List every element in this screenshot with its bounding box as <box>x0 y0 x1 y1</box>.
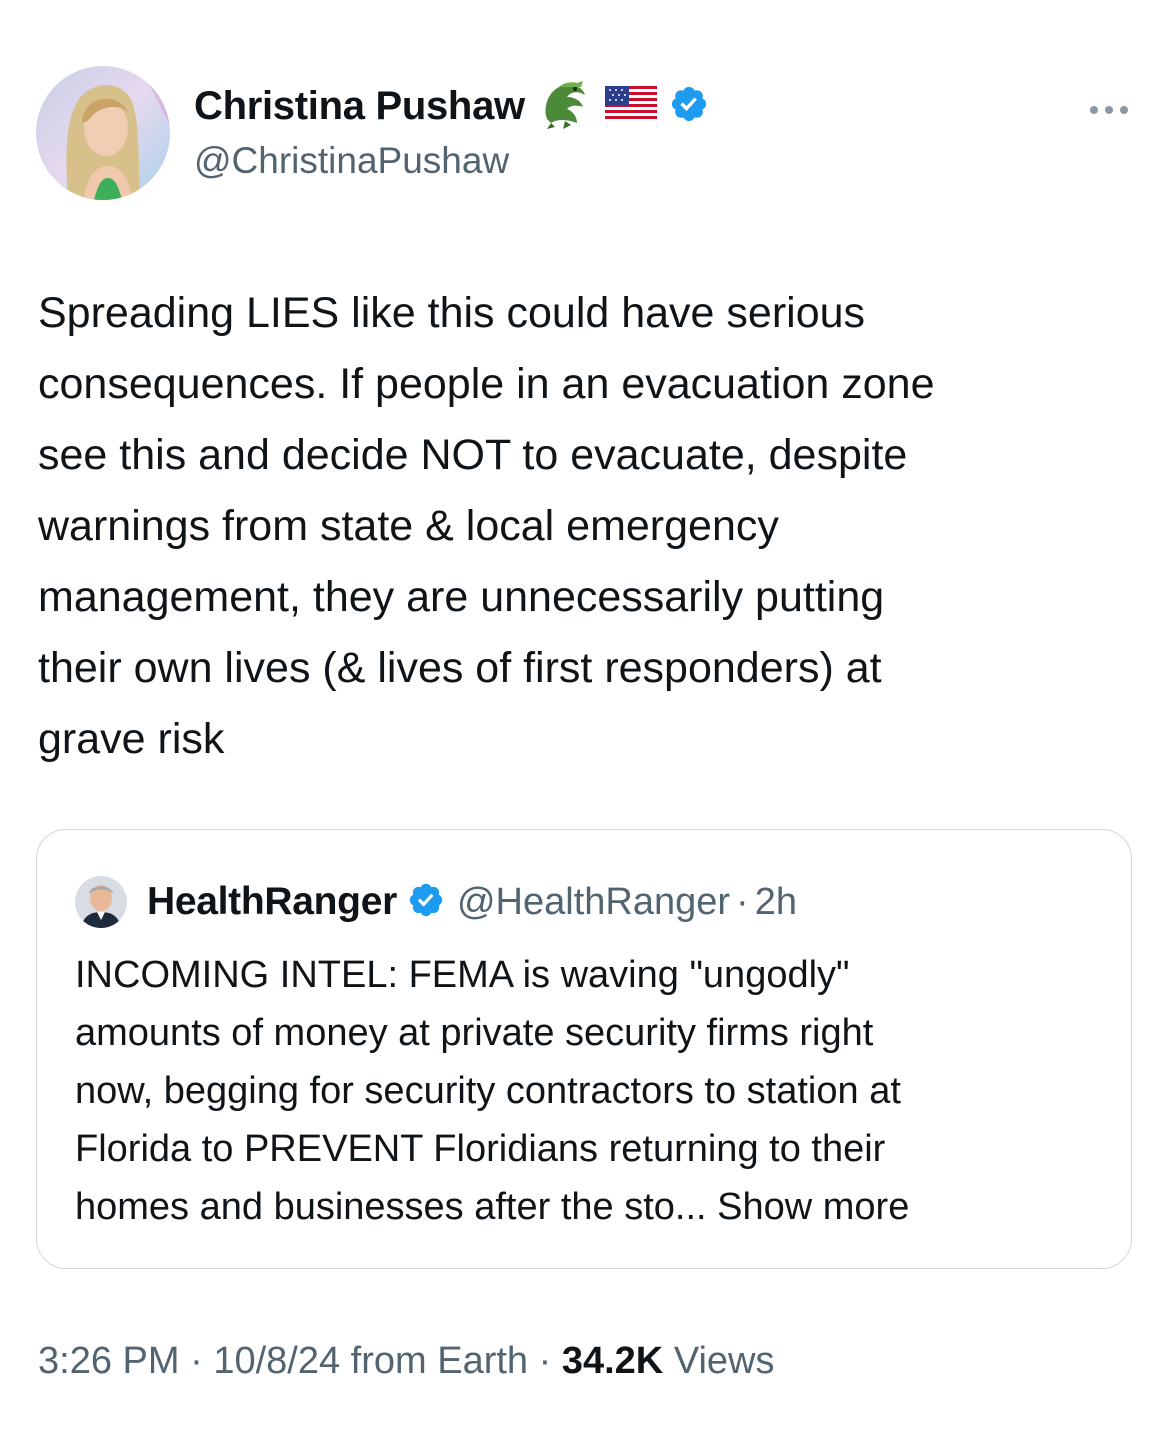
more-options-button[interactable] <box>1086 90 1132 130</box>
quoted-author-avatar[interactable] <box>75 876 127 928</box>
tweet-metadata: 3:26 PM · 10/8/24 from Earth · 34.2K Vie… <box>38 1340 775 1383</box>
crocodile-emoji-icon <box>537 79 593 134</box>
views-count[interactable]: 34.2K <box>562 1340 663 1382</box>
quoted-tweet-text: INCOMING INTEL: FEMA is waving "ungodly"… <box>75 954 910 1228</box>
views-label: Views <box>673 1340 775 1382</box>
quoted-author-display-name[interactable]: HealthRanger <box>147 880 397 924</box>
tweet-source: from Earth <box>350 1340 529 1382</box>
quoted-author-handle[interactable]: @HealthRanger <box>457 881 730 924</box>
verified-badge-icon <box>407 881 445 924</box>
tweet-header: Christina Pushaw @ChristinaPushaw <box>36 66 1136 206</box>
author-handle[interactable]: @ChristinaPushaw <box>194 140 509 182</box>
more-horizontal-icon <box>1090 106 1128 114</box>
tweet-text: Spreading LIES like this could have seri… <box>38 289 935 763</box>
quoted-tweet-time[interactable]: 2h <box>755 881 797 924</box>
tweet-date[interactable]: 10/8/24 <box>213 1340 340 1382</box>
separator-dot: · <box>190 1340 203 1382</box>
author-display-name[interactable]: Christina Pushaw <box>194 84 525 129</box>
quoted-tweet-header: HealthRanger @HealthRanger · 2h <box>75 876 797 928</box>
separator-dot: · <box>736 880 749 923</box>
us-flag-emoji-icon <box>604 85 657 127</box>
tweet-time[interactable]: 3:26 PM <box>38 1340 180 1382</box>
author-name-row: Christina Pushaw <box>194 80 709 132</box>
author-avatar[interactable] <box>36 66 170 200</box>
separator-dot: · <box>538 1340 552 1382</box>
quoted-tweet-card[interactable]: HealthRanger @HealthRanger · 2h INCOMING… <box>36 829 1132 1269</box>
verified-badge-icon <box>669 84 709 129</box>
